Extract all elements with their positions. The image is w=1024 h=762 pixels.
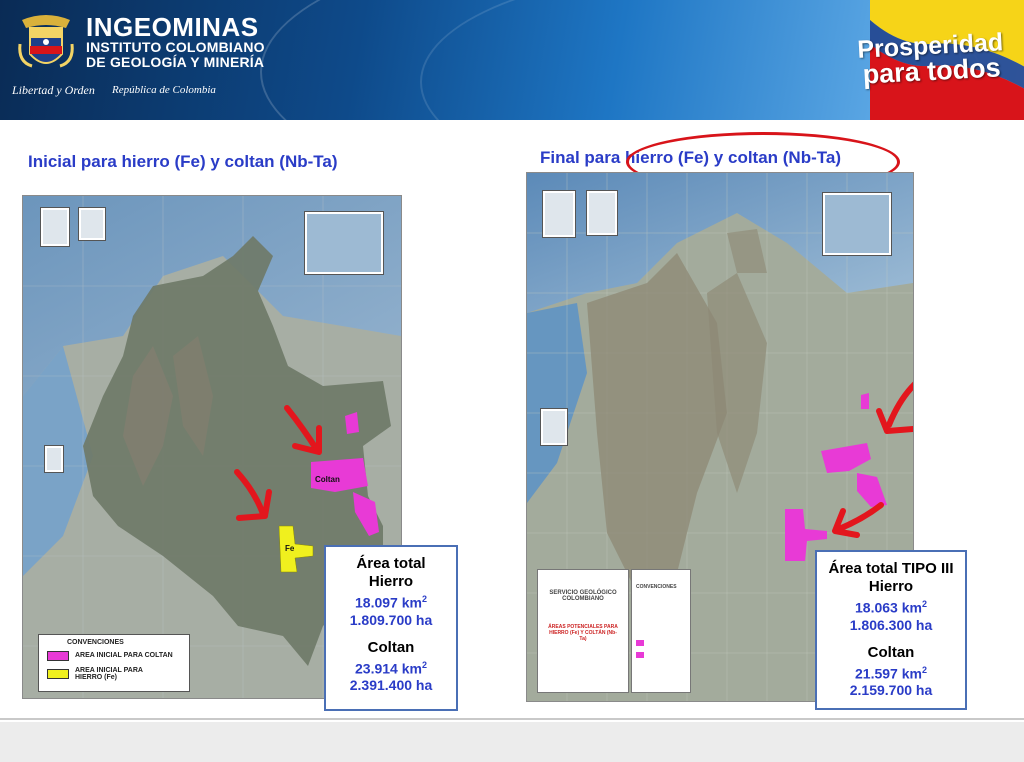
coltan-map-label: Coltan [315,475,340,484]
reference-legend-swatch [636,652,644,658]
legend-title: CONVENCIONES [67,639,124,646]
reference-legend: CONVENCIONES [631,569,691,693]
footer-divider [0,718,1024,720]
org-subtitle-1: INSTITUTO COLOMBIANO [86,39,265,55]
right-stats-box: Área total TIPO III Hierro 18.063 km2 1.… [815,550,967,710]
inset-map [823,193,891,255]
left-stats-box: Área total Hierro 18.097 km2 1.809.700 h… [324,545,458,711]
legend-swatch-coltan [47,651,69,661]
left-map-title: Inicial para hierro (Fe) y coltan (Nb-Ta… [28,152,338,171]
stat-heading-coltan: Coltan [367,638,415,656]
legend: CONVENCIONES AREA INICIAL PARA COLTAN AR… [38,634,190,692]
reference-org: SERVICIO GEOLÓGICO COLOMBIANO [549,590,617,602]
inset-map [587,191,617,235]
inset-map [305,212,383,274]
stat-heading-coltan: Coltan [867,643,915,661]
stat-heading: Área total TIPO III [828,560,954,577]
inset-map [41,208,69,246]
footer-bar [0,722,1024,762]
org-subtitle-2: DE GEOLOGÍA Y MINERÍA [86,54,265,70]
hierro-ha: 1.809.700 ha [349,611,433,628]
org-identity: INGEOMINAS INSTITUTO COLOMBIANO DE GEOLO… [86,14,265,70]
coat-of-arms-icon [18,15,74,68]
coltan-km2: 21.597 km2 [855,664,927,682]
inset-map [79,208,105,240]
hierro-km2: 18.097 km2 [355,594,427,611]
motto: Libertad y Orden [12,83,95,97]
reference-map-title: ÁREAS POTENCIALES PARA HIERRO (Fe) Y COL… [548,624,618,642]
stat-heading-hierro: Hierro [368,573,414,590]
coltan-ha: 2.391.400 ha [349,677,433,694]
slogan: Prosperidad para todos [857,28,1005,90]
slogan-line-2: para todos [861,52,1002,90]
hierro-km2: 18.063 km2 [855,599,927,616]
inset-map [543,191,575,237]
inset-map [541,409,567,445]
stat-heading: Área total [356,555,426,572]
reference-sheet: SERVICIO GEOLÓGICO COLOMBIANO ÁREAS POTE… [537,569,629,693]
coltan-ha: 2.159.700 ha [849,682,933,699]
inset-map [45,446,63,472]
org-name: INGEOMINAS [86,12,259,42]
header-banner: INGEOMINAS INSTITUTO COLOMBIANO DE GEOLO… [0,0,1024,120]
country-label: República de Colombia [112,84,216,96]
reference-legend-title: CONVENCIONES [636,584,677,590]
legend-label-hierro: AREA INICIAL PARA HIERRO (Fe) [75,667,143,681]
fe-map-label: Fe [285,544,295,553]
coltan-area [861,393,869,409]
stat-heading-hierro: Hierro [868,578,914,595]
legend-swatch-hierro [47,669,69,679]
legend-label-coltan: AREA INICIAL PARA COLTAN [75,652,173,659]
hierro-ha: 1.806.300 ha [849,616,933,633]
coltan-km2: 23.914 km2 [355,659,427,677]
reference-legend-swatch [636,640,644,646]
